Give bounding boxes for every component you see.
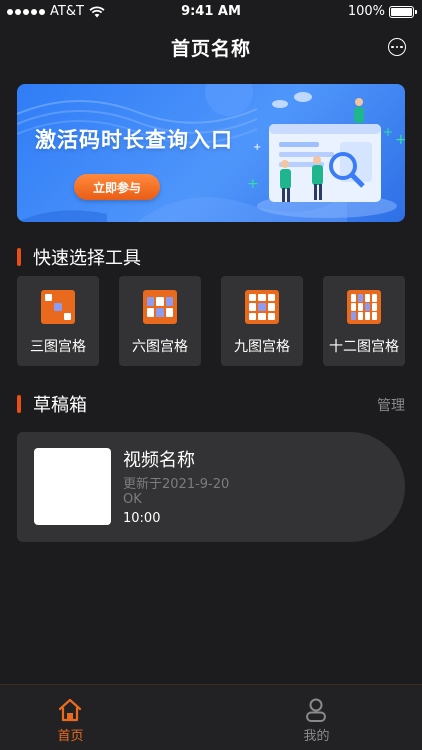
section-accent-bar [17,248,21,266]
draft-status: OK [123,492,142,507]
tool-label: 十二图宫格 [329,339,399,355]
join-now-button[interactable]: 立即参与 [74,174,160,200]
tool-grid-12[interactable]: 十二图宫格 [323,276,405,366]
tool-label: 六图宫格 [132,339,188,355]
section-accent-bar [17,395,21,413]
draft-name: 视频名称 [123,450,195,471]
home-icon [58,698,82,722]
tools-section-title: 快速选择工具 [33,248,141,269]
svg-text:+: + [395,132,405,148]
more-dots-icon[interactable] [388,38,406,56]
manage-button[interactable]: 管理 [377,395,405,415]
grid-3-icon [41,290,75,324]
grid-9-icon [245,290,279,324]
tab-bar: 首页 我的 [0,684,422,750]
battery-status: 100% [347,4,417,19]
banner-title: 激活码时长查询入口 [35,128,233,152]
promo-banner[interactable]: 激活码时长查询入口 立即参与 + + + + [17,84,405,222]
draft-thumbnail [34,448,111,525]
status-bar: AT&T 9:41 AM 100% [0,0,422,24]
svg-text:+: + [383,125,393,139]
draft-updated-date: 更新于2021-9-20 [123,477,230,492]
tool-label: 九图宫格 [234,339,290,355]
profile-icon [306,698,326,722]
drafts-section-header: 草稿箱 [17,391,87,417]
battery-percent: 100% [347,4,385,19]
tool-grid-6[interactable]: 六图宫格 [119,276,201,366]
battery-icon [389,5,417,18]
grid-12-icon [347,290,381,324]
tab-profile-label: 我的 [303,729,330,744]
draft-item[interactable]: 视频名称 更新于2021-9-20 OK 10:00 [17,432,405,542]
banner-illustration: + + + + [247,92,405,218]
tab-home[interactable]: 首页 [0,685,176,750]
tools-section-header: 快速选择工具 [17,244,141,270]
tool-grid-9[interactable]: 九图宫格 [221,276,303,366]
draft-duration: 10:00 [123,511,161,526]
svg-text:+: + [253,142,261,153]
tool-label: 三图宫格 [30,339,86,355]
tab-home-label: 首页 [57,729,84,744]
grid-6-icon [143,290,177,324]
tab-profile[interactable]: 我的 [211,685,422,750]
svg-text:+: + [247,176,259,192]
page-title: 首页名称 [170,38,251,60]
drafts-section-title: 草稿箱 [33,395,87,416]
tool-grid-3[interactable]: 三图宫格 [17,276,99,366]
tools-grid: 三图宫格 六图宫格 九图宫格 十二图宫格 [17,276,405,366]
